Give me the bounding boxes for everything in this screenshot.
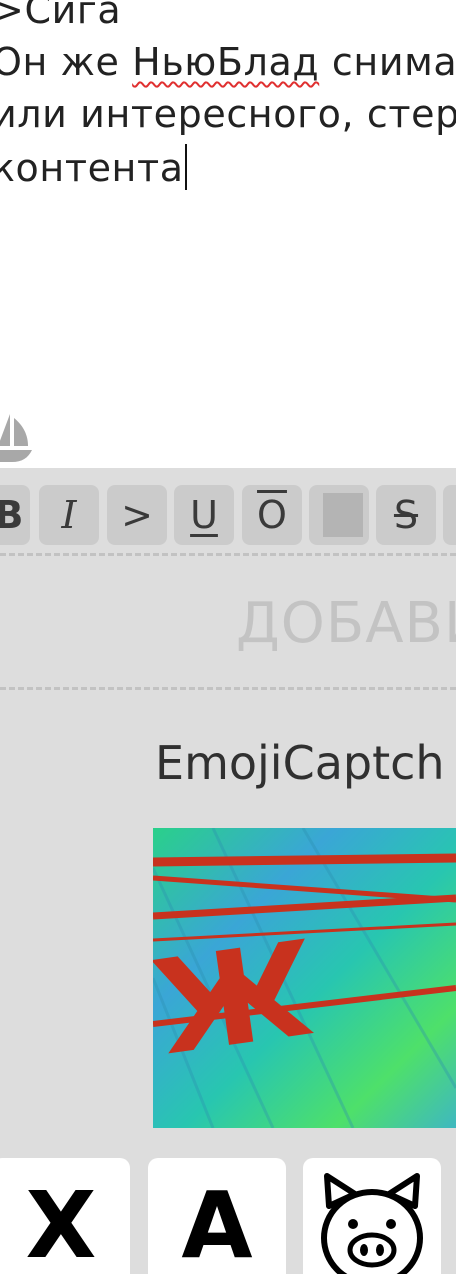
- post-text-editor[interactable]: >Сига Он же НьюБлад снима или интересног…: [0, 0, 456, 468]
- captcha-title: EmojiCaptch: [155, 736, 445, 790]
- text-fragment: контента: [0, 146, 184, 190]
- strike-button[interactable]: S: [376, 485, 436, 545]
- dropzone-top-border: [0, 553, 456, 556]
- text-line: Он же НьюБлад снима: [0, 40, 456, 84]
- toolbar-button-partial[interactable]: [443, 485, 456, 545]
- bold-button[interactable]: B: [0, 485, 30, 545]
- emoji-answer-button[interactable]: A: [148, 1158, 286, 1274]
- overline-button[interactable]: O: [242, 485, 302, 545]
- file-dropzone-label[interactable]: ДОБАВИ: [236, 591, 456, 656]
- emoji-answer-button[interactable]: Х: [0, 1158, 130, 1274]
- misspelled-word[interactable]: НьюБлад: [132, 40, 319, 84]
- text-fragment: снима: [319, 40, 456, 84]
- underline-button[interactable]: U: [174, 485, 234, 545]
- captcha-image: ЖА: [153, 828, 456, 1128]
- text-line: контента: [0, 144, 187, 190]
- text-caret: [184, 144, 187, 190]
- text-line: >Сига: [0, 0, 122, 32]
- spoiler-button[interactable]: [309, 485, 369, 545]
- answer-glyph: Х: [25, 1172, 97, 1274]
- sailboat-icon[interactable]: [0, 408, 36, 464]
- italic-button[interactable]: I: [39, 485, 99, 545]
- dropzone-bottom-border: [0, 687, 456, 690]
- spoiler-swatch: [323, 493, 363, 537]
- post-form-panel: B I > U O S ДОБАВИ EmojiCaptch: [0, 468, 456, 1274]
- answer-glyph: A: [181, 1172, 253, 1274]
- text-line: или интересного, стер: [0, 92, 456, 136]
- pig-face-icon: [321, 1173, 423, 1274]
- emoji-answer-button[interactable]: [303, 1158, 441, 1274]
- text-fragment: Он же: [0, 40, 133, 84]
- quote-button[interactable]: >: [107, 485, 167, 545]
